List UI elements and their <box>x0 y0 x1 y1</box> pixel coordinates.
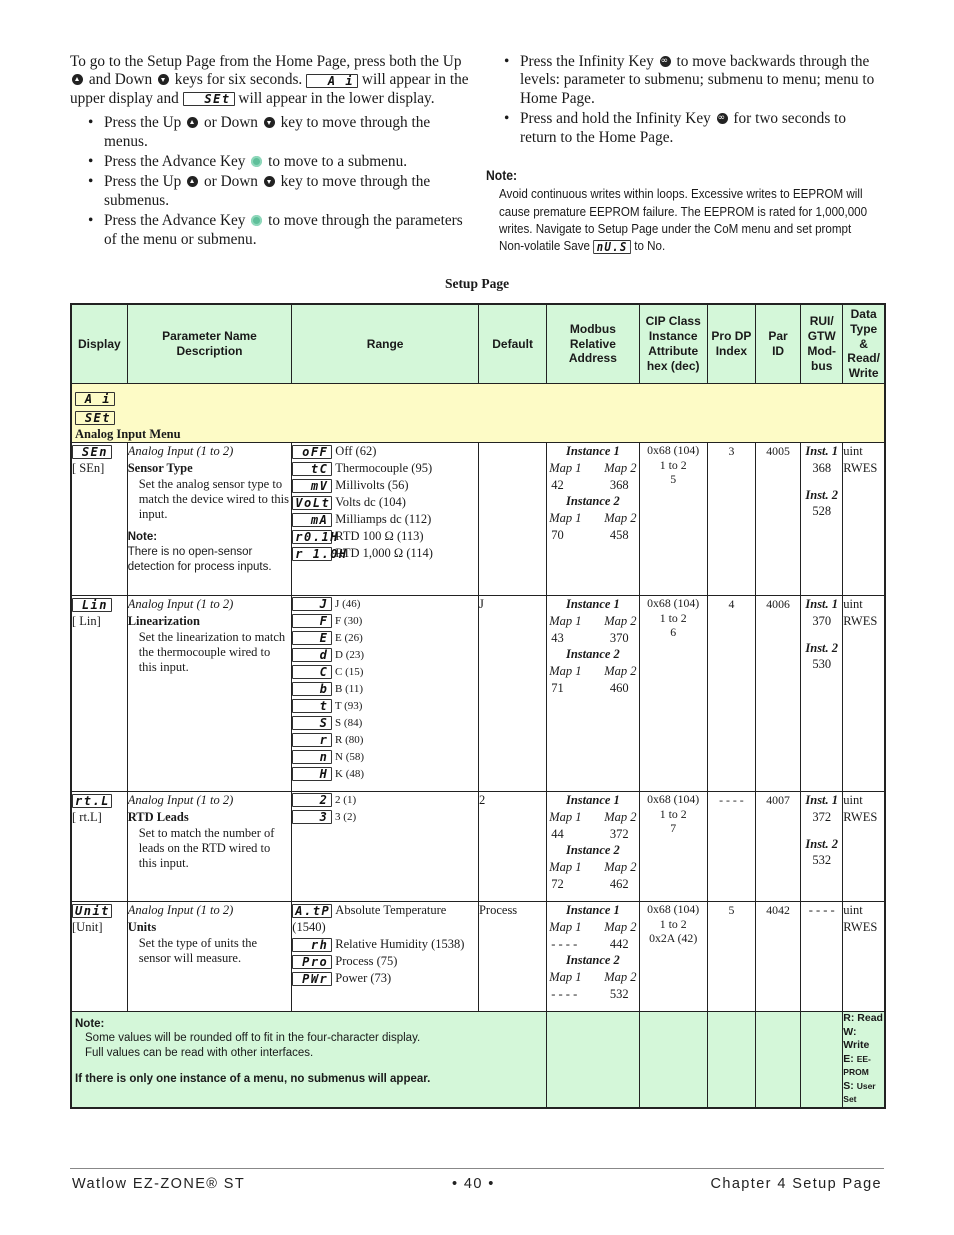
intro-paragraph: To go to the Setup Page from the Home Pa… <box>70 53 469 107</box>
menu-row: A i SEt Analog Input Menu <box>70 383 886 443</box>
down-key-icon <box>157 74 169 86</box>
advance-key-icon <box>251 156 263 168</box>
display-code: Lin <box>72 598 112 613</box>
intro-bullets-left: Press the Up or Down key to move through… <box>70 114 470 249</box>
note-body: Avoid continuous writes within loops. Ex… <box>499 186 868 254</box>
modbus-cell: Instance 1 Map 1 Map 2 43 370 Instance 2 M… <box>546 595 640 792</box>
header-parameter: Parameter Name Description <box>126 303 293 384</box>
read-write-legend: R: Read W: Write E: EE- PROM S: User Set <box>842 1011 886 1108</box>
table-row: SEn [ SEn] Analog Input (1 to 2) Sensor … <box>70 442 886 596</box>
advance-key-icon <box>251 215 263 227</box>
range-cell: A.tP Absolute Temperature (1540) rh Relati… <box>291 901 479 1012</box>
header-prodp: Pro DP Index <box>706 303 756 384</box>
intro-bullets-right: Press the Infinity Key to move backwards… <box>486 52 886 147</box>
footnote-row: Note: Some values will be rounded off to… <box>70 1011 886 1108</box>
bullet-item: Press the Infinity Key to move backwards… <box>504 52 886 108</box>
parameter-name: Linearization <box>127 613 200 628</box>
menu-label: Analog Input Menu <box>75 427 181 441</box>
footer-chapter: Chapter 4 Setup Page <box>710 1176 882 1192</box>
down-key-icon <box>263 117 275 129</box>
display-set: SEt <box>182 92 235 107</box>
header-display: Display <box>70 303 128 384</box>
modbus-cell: Instance 1 Map 1 Map 2 - - - -442 Instanc… <box>546 901 640 1012</box>
header-cip: CIP Class Instance Attribute hex (dec) <box>638 303 708 384</box>
display-menu-lower: SEt <box>75 410 115 425</box>
display-code: Unit <box>72 904 112 919</box>
intro-right-column: Press the Infinity Key to move backwards… <box>486 52 886 254</box>
display-ai: A i <box>306 73 359 88</box>
header-range: Range <box>291 303 479 384</box>
up-key-icon <box>187 176 199 188</box>
up-key-icon <box>187 117 199 129</box>
display-menu-upper: A i <box>75 391 115 406</box>
table-title: Setup Page <box>444 276 510 291</box>
modbus-cell: Instance 1 Map 1 Map 2 44 372 Instance 2 M… <box>546 791 640 902</box>
header-rui: RUI/ GTW Mod- bus <box>800 303 844 384</box>
header-row: Display Parameter Name Description Range… <box>70 303 886 384</box>
header-parid: Par ID <box>754 303 802 384</box>
bullet-item: Press the Up or Down key to move through… <box>88 114 470 151</box>
modbus-cell: Instance 1 Map 1 Map 2 42 368 Instance 2 M… <box>546 442 640 596</box>
intro-left-column: To go to the Setup Page from the Home Pa… <box>70 53 470 251</box>
infinity-key-icon <box>659 52 671 70</box>
header-default: Default <box>477 303 548 384</box>
header-datatype: Data Type & Read/ Write <box>842 303 886 384</box>
infinity-key-icon <box>716 109 728 128</box>
display-nus: nU.S <box>593 239 632 254</box>
table-row: rt.L [ rt.L] Analog Input (1 to 2) RTD L… <box>70 791 886 902</box>
footer-product: Watlow EZ-ZONE® ST <box>72 1176 246 1192</box>
header-modbus: Modbus Relative Address <box>546 303 640 384</box>
table-row: Lin [ Lin] Analog Input (1 to 2) Lineari… <box>70 595 886 792</box>
parameter-name: Units <box>127 919 157 934</box>
down-key-icon <box>263 176 275 188</box>
bullet-item: Press and hold the Infinity Key for two … <box>504 109 886 147</box>
page-number: • 40 • <box>452 1176 495 1192</box>
parameter-name: RTD Leads <box>127 809 189 824</box>
display-code: SEn <box>72 445 112 460</box>
setup-page-table: Display Parameter Name Description Range… <box>70 303 886 1109</box>
table-row: Unit [Unit] Analog Input (1 to 2) Units … <box>70 901 886 1012</box>
range-cell: oFF Off (62) tC Thermocouple (95) mV Milliv… <box>291 442 479 596</box>
up-key-icon <box>72 74 83 86</box>
display-code: rt.L <box>72 794 112 809</box>
bullet-item: Press the Advance Key to move through th… <box>88 212 470 249</box>
range-cell: 2 2 (1) 3 3 (2) <box>291 791 479 902</box>
range-cell: J J (46) F F (30) E E (26) d D (23) C C … <box>291 595 479 792</box>
bullet-item: Press the Advance Key to move to a subme… <box>88 153 470 172</box>
parameter-name: Sensor Type <box>127 460 193 475</box>
note-heading: Note: <box>486 168 518 184</box>
footer-divider <box>70 1168 884 1169</box>
bullet-item: Press the Up or Down key to move through… <box>88 173 470 210</box>
